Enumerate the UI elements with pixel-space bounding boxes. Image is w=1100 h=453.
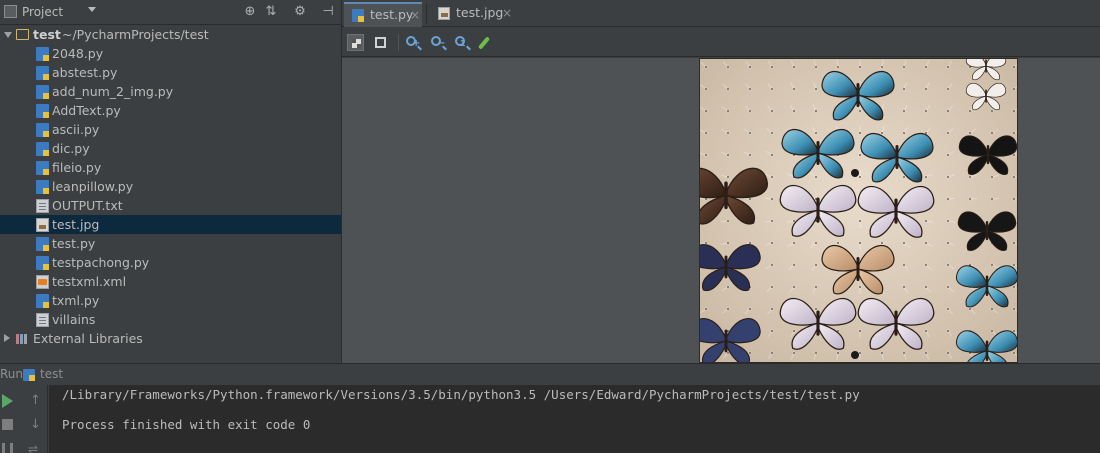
collapse-icon[interactable]: ⇅: [263, 4, 279, 20]
image-file-icon: [438, 7, 450, 20]
chessboard-icon[interactable]: [347, 34, 364, 51]
python-file-icon: [36, 104, 49, 118]
run-toolbar: ↑ ↓ ⇌: [0, 385, 48, 453]
python-file-icon: [36, 161, 49, 175]
butterfly-image: [699, 58, 1018, 363]
python-file-icon: [36, 123, 49, 137]
stop-icon[interactable]: [2, 419, 13, 430]
tab-test-jpg[interactable]: test.jpg ×: [430, 2, 518, 27]
arrow-down-icon[interactable]: ↓: [30, 417, 41, 432]
color-picker-icon[interactable]: [477, 34, 496, 51]
tree-file-item[interactable]: test.py: [0, 234, 341, 253]
image-toolbar: + − 1: [342, 28, 1100, 57]
xml-file-icon: [36, 275, 49, 289]
run-config-name: test: [40, 367, 64, 381]
hide-icon[interactable]: ⊣: [320, 4, 336, 20]
tree-file-item[interactable]: AddText.py: [0, 101, 341, 120]
tab-divider: [426, 4, 427, 24]
tree-file-item[interactable]: testpachong.py: [0, 253, 341, 272]
tree-file-label: leanpillow.py: [52, 179, 134, 194]
console-exit-line: Process finished with exit code 0: [62, 417, 311, 432]
tree-file-label: add_num_2_img.py: [52, 84, 174, 99]
root-name: test: [33, 27, 61, 42]
gear-icon[interactable]: ⚙: [292, 4, 308, 20]
python-file-icon: [36, 47, 49, 61]
text-file-icon: [36, 199, 49, 213]
target-icon[interactable]: ⊕: [242, 4, 258, 20]
tree-file-item[interactable]: abstest.py: [0, 63, 341, 82]
chevron-down-icon[interactable]: [88, 7, 96, 12]
run-console[interactable]: /Library/Frameworks/Python.framework/Ver…: [49, 385, 1100, 453]
tree-file-label: fileio.py: [52, 160, 102, 175]
close-tab-icon[interactable]: ×: [502, 2, 512, 24]
tree-file-label: AddText.py: [52, 103, 121, 118]
python-file-icon: [36, 294, 49, 308]
tree-file-item[interactable]: fileio.py: [0, 158, 341, 177]
tree-file-label: test.jpg: [52, 217, 100, 232]
editor-tab-bar: test.py × test.jpg ×: [342, 0, 1100, 27]
tree-file-label: test.py: [52, 236, 96, 251]
tree-file-label: txml.py: [52, 293, 100, 308]
tree-root[interactable]: test ~/PycharmProjects/test: [0, 25, 341, 44]
toolbar-separator: [398, 34, 399, 51]
arrow-up-icon[interactable]: ↑: [30, 393, 41, 408]
actual-size-icon[interactable]: 1: [453, 34, 470, 51]
tree-file-item[interactable]: dic.py: [0, 139, 341, 158]
tree-file-item[interactable]: ascii.py: [0, 120, 341, 139]
grid-icon[interactable]: [372, 34, 389, 51]
tree-file-label: testpachong.py: [52, 255, 150, 270]
folder-icon: [16, 29, 29, 40]
butterfly-collection-picture: [700, 59, 1017, 362]
tree-file-item[interactable]: txml.py: [0, 291, 341, 310]
library-icon: [15, 332, 28, 346]
python-file-icon: [36, 256, 49, 270]
image-file-icon: [36, 218, 49, 232]
external-libraries-label: External Libraries: [33, 331, 143, 346]
python-file-icon: [36, 180, 49, 194]
python-file-icon: [36, 66, 49, 80]
project-view-selector[interactable]: Project: [22, 5, 63, 19]
zoom-out-icon[interactable]: −: [429, 34, 446, 51]
root-path: ~/PycharmProjects/test: [62, 27, 209, 42]
soft-wrap-icon[interactable]: ⇌: [28, 442, 38, 453]
tree-file-label: testxml.xml: [52, 274, 127, 289]
text-file-icon: [36, 313, 49, 327]
tree-external-libraries[interactable]: External Libraries: [0, 329, 341, 348]
run-panel-title: Run: [0, 367, 24, 381]
tree-file-label: OUTPUT.txt: [52, 198, 123, 213]
python-run-config-icon: [23, 369, 35, 381]
tab-test-py[interactable]: test.py ×: [344, 2, 422, 27]
python-file-icon: [352, 9, 364, 22]
python-file-icon: [36, 85, 49, 99]
tree-file-label: dic.py: [52, 141, 90, 156]
run-panel-header: Run test: [0, 363, 1100, 385]
zoom-in-icon[interactable]: +: [404, 34, 421, 51]
tree-file-item[interactable]: 2048.py: [0, 44, 341, 63]
python-file-icon: [36, 237, 49, 251]
tree-file-item[interactable]: add_num_2_img.py: [0, 82, 341, 101]
tree-file-label: ascii.py: [52, 122, 100, 137]
expand-arrow-icon[interactable]: [4, 32, 12, 38]
tab-label: test.py: [370, 7, 414, 22]
tree-file-item[interactable]: leanpillow.py: [0, 177, 341, 196]
expand-arrow-icon[interactable]: [4, 334, 10, 342]
console-command-line: /Library/Frameworks/Python.framework/Ver…: [62, 387, 860, 402]
tree-file-label: abstest.py: [52, 65, 118, 80]
python-file-icon: [36, 142, 49, 156]
close-tab-icon[interactable]: ×: [410, 4, 420, 26]
tree-file-item[interactable]: villains: [0, 310, 341, 329]
pause-icon[interactable]: [2, 443, 13, 453]
image-viewer[interactable]: [342, 58, 1100, 363]
tree-file-item[interactable]: testxml.xml: [0, 272, 341, 291]
tab-label: test.jpg: [456, 5, 504, 20]
tree-file-item[interactable]: test.jpg: [0, 215, 341, 234]
project-panel-header: Project ⊕ ⇅ ⚙ ⊣: [0, 0, 341, 25]
tree-file-label: 2048.py: [52, 46, 104, 61]
tree-file-label: villains: [52, 312, 96, 327]
tree-file-item[interactable]: OUTPUT.txt: [0, 196, 341, 215]
project-view-icon: [4, 5, 17, 18]
rerun-icon[interactable]: [2, 394, 13, 408]
project-panel: Project ⊕ ⇅ ⚙ ⊣ test ~/PycharmProjects/t…: [0, 0, 341, 363]
